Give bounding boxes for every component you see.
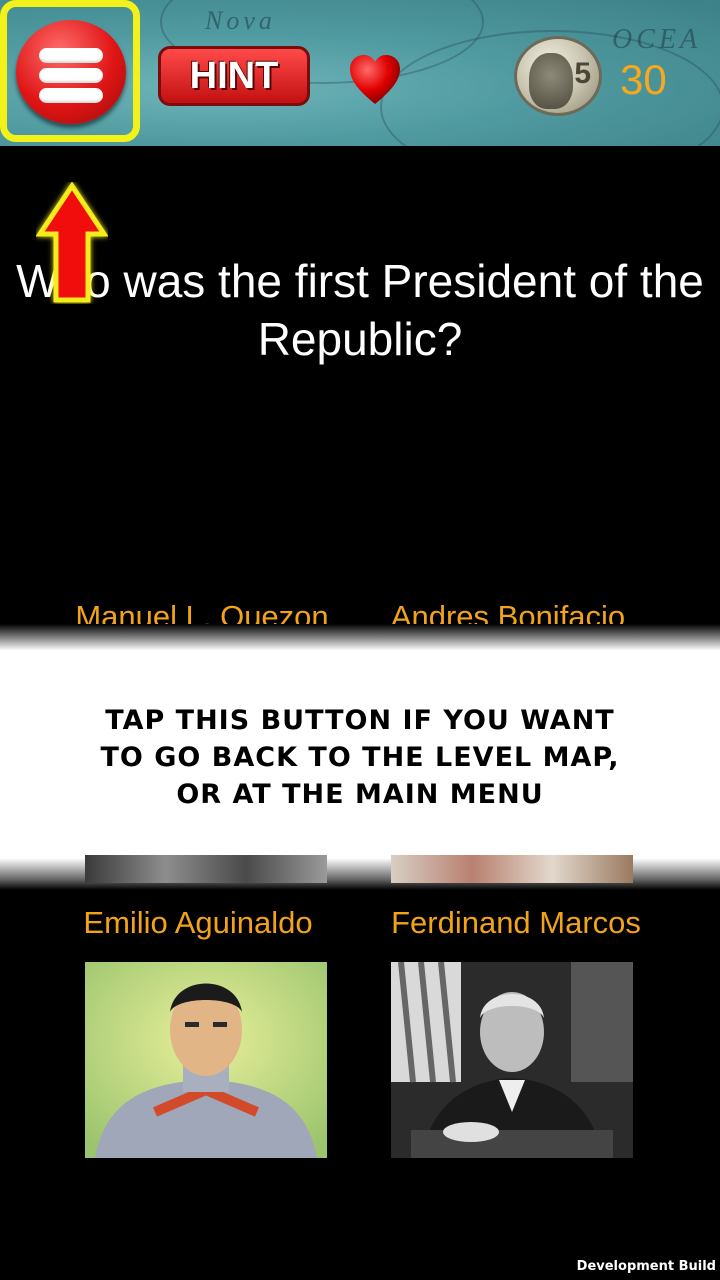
hamburger-icon [39,48,103,63]
coin-face-value: 5 [574,57,591,90]
hint-button[interactable]: HINT [158,46,310,106]
heart-icon [350,55,400,104]
coins-count: 30 [620,56,667,103]
top-bar: Nova OCEA HINT 5 30 [0,0,720,146]
tutorial-line-3: OR AT THE MAIN MENU [176,779,544,810]
map-label-ocean: OCEA [612,24,702,55]
tutorial-line-2: TO GO BACK TO THE LEVEL MAP, [100,742,620,773]
tutorial-line-1: TAP THIS BUTTON IF YOU WANT [105,705,615,736]
hamburger-icon [39,88,103,103]
development-build-label: Development Build [576,1259,716,1274]
menu-button[interactable] [16,20,126,124]
answer-label-3[interactable]: Emilio Aguinaldo [38,905,358,941]
hamburger-icon [39,68,103,83]
coin-portrait [529,53,573,109]
portrait-photo [391,962,633,1158]
answer-image-2[interactable] [391,855,633,883]
coin-icon: 5 [514,36,602,116]
tutorial-message: TAP THIS BUTTON IF YOU WANT TO GO BACK T… [40,702,680,813]
answer-image-4[interactable] [391,962,633,1158]
answer-label-4[interactable]: Ferdinand Marcos [356,905,676,941]
question-text: Who was the first President of the Repub… [16,255,704,365]
portrait-image [85,962,327,1158]
answer-image-1[interactable] [85,855,327,883]
map-label-nova: Nova [205,6,276,35]
answer-image-3[interactable] [85,962,327,1158]
tutorial-arrow-up-icon [36,182,108,303]
